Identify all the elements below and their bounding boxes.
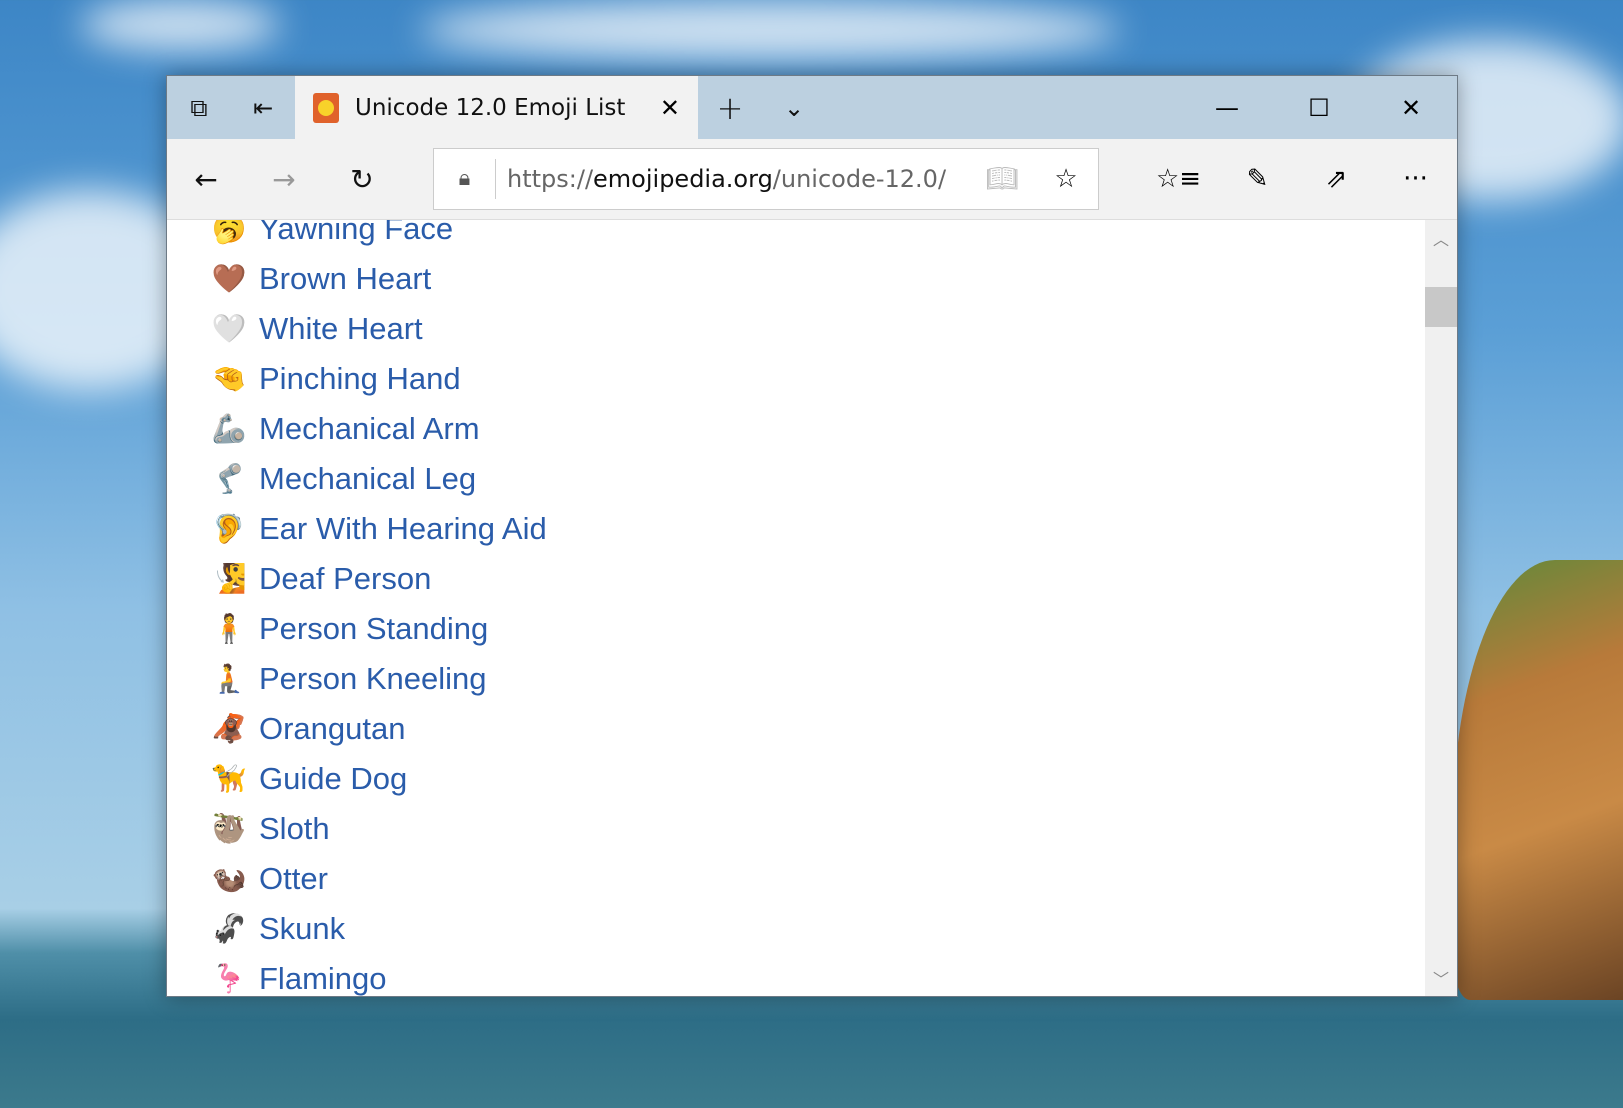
reading-view-icon[interactable]: 📖︎ xyxy=(970,164,1034,194)
emoji-icon[interactable]: 🦮 xyxy=(211,762,247,796)
list-item: 🤍 White Heart xyxy=(211,304,547,354)
emoji-link[interactable]: Brown Heart xyxy=(259,261,431,297)
refresh-icon[interactable]: ↻ xyxy=(323,163,401,196)
emoji-link[interactable]: Yawning Face xyxy=(259,220,453,247)
emoji-link[interactable]: Orangutan xyxy=(259,711,406,747)
notes-pen-icon[interactable]: ✎ xyxy=(1218,164,1297,194)
list-item: 🦥 Sloth xyxy=(211,804,547,854)
emoji-icon[interactable]: 🦨 xyxy=(211,912,247,946)
emoji-link[interactable]: Person Standing xyxy=(259,611,488,647)
emoji-icon[interactable]: 🦧 xyxy=(211,712,247,746)
scroll-up-icon[interactable]: ︿ xyxy=(1425,226,1457,250)
emoji-icon[interactable]: 🤎 xyxy=(211,262,247,296)
back-icon[interactable]: ← xyxy=(167,163,245,196)
tab-active[interactable]: Unicode 12.0 Emoji List ✕ xyxy=(295,76,698,139)
toolbar: ← → ↻ 🔒︎ https://emojipedia.org/unicode-… xyxy=(167,139,1457,220)
list-item: 🦮 Guide Dog xyxy=(211,754,547,804)
emoji-link[interactable]: Pinching Hand xyxy=(259,361,461,397)
emoji-icon[interactable]: 🧎 xyxy=(211,662,247,696)
scrollbar[interactable]: ︿ ﹀ xyxy=(1425,220,1457,996)
tab-bar: ⧉ ⇤ Unicode 12.0 Emoji List ✕ + ⌄ — ☐ ✕ xyxy=(167,76,1457,139)
emoji-link[interactable]: Person Kneeling xyxy=(259,661,487,697)
new-tab-icon[interactable]: + xyxy=(698,76,762,139)
scrollbar-thumb[interactable] xyxy=(1425,287,1457,327)
emoji-icon[interactable]: 🦦 xyxy=(211,862,247,896)
forward-icon[interactable]: → xyxy=(245,163,323,196)
emoji-icon[interactable]: 🧍 xyxy=(211,612,247,646)
emoji-link[interactable]: Skunk xyxy=(259,911,345,947)
lock-icon[interactable]: 🔒︎ xyxy=(434,159,496,199)
page-content: 🥱 Yawning Face 🤎 Brown Heart 🤍 White Heart 🤏 Pi… xyxy=(167,220,1425,996)
set-aside-tabs-icon[interactable]: ⇤ xyxy=(231,76,295,139)
favorite-star-icon[interactable]: ☆ xyxy=(1034,164,1098,194)
tab-groups-icon[interactable]: ⧉ xyxy=(167,76,231,139)
emoji-link[interactable]: White Heart xyxy=(259,311,423,347)
share-icon[interactable]: ⇗ xyxy=(1297,164,1376,194)
emoji-link[interactable]: Mechanical Leg xyxy=(259,461,476,497)
emoji-link[interactable]: Otter xyxy=(259,861,328,897)
emoji-icon[interactable]: 🤍 xyxy=(211,312,247,346)
favorites-icon[interactable]: ☆≡ xyxy=(1139,164,1218,194)
emoji-icon[interactable]: 🧏 xyxy=(211,562,247,596)
url-text[interactable]: https://emojipedia.org/unicode-12.0/ xyxy=(496,165,970,193)
list-item: 🦩 Flamingo xyxy=(211,954,547,996)
emoji-link[interactable]: Mechanical Arm xyxy=(259,411,480,447)
list-item: 🤏 Pinching Hand xyxy=(211,354,547,404)
emoji-icon[interactable]: 🦿 xyxy=(211,462,247,496)
emoji-icon[interactable]: 🦩 xyxy=(211,962,247,996)
list-item: 🧎 Person Kneeling xyxy=(211,654,547,704)
list-item: 🦦 Otter xyxy=(211,854,547,904)
background-cliff xyxy=(1453,560,1623,1000)
list-item: 🧏 Deaf Person xyxy=(211,554,547,604)
emoji-link[interactable]: Guide Dog xyxy=(259,761,407,797)
emoji-list: 🥱 Yawning Face 🤎 Brown Heart 🤍 White Heart 🤏 Pi… xyxy=(211,220,547,996)
list-item: 🦨 Skunk xyxy=(211,904,547,954)
list-item: 🥱 Yawning Face xyxy=(211,220,547,254)
browser-window: ⧉ ⇤ Unicode 12.0 Emoji List ✕ + ⌄ — ☐ ✕ … xyxy=(166,75,1458,997)
emoji-icon[interactable]: 🥱 xyxy=(211,220,247,246)
emoji-icon[interactable]: 🦾 xyxy=(211,412,247,446)
emoji-icon[interactable]: 🤏 xyxy=(211,362,247,396)
scroll-down-icon[interactable]: ﹀ xyxy=(1425,966,1457,990)
emoji-icon[interactable]: 🦻 xyxy=(211,512,247,546)
emoji-link[interactable]: Ear With Hearing Aid xyxy=(259,511,547,547)
close-window-icon[interactable]: ✕ xyxy=(1365,76,1457,139)
list-item: 🦿 Mechanical Leg xyxy=(211,454,547,504)
more-icon[interactable]: ··· xyxy=(1376,164,1455,194)
maximize-icon[interactable]: ☐ xyxy=(1273,76,1365,139)
list-item: 🦻 Ear With Hearing Aid xyxy=(211,504,547,554)
list-item: 🦧 Orangutan xyxy=(211,704,547,754)
chevron-down-icon[interactable]: ⌄ xyxy=(762,76,826,139)
emoji-link[interactable]: Sloth xyxy=(259,811,330,847)
close-tab-icon[interactable]: ✕ xyxy=(660,94,680,122)
emojipedia-favicon-icon xyxy=(313,92,339,123)
minimize-icon[interactable]: — xyxy=(1181,76,1273,139)
list-item: 🦾 Mechanical Arm xyxy=(211,404,547,454)
list-item: 🧍 Person Standing xyxy=(211,604,547,654)
address-bar[interactable]: 🔒︎ https://emojipedia.org/unicode-12.0/ … xyxy=(433,148,1099,210)
tab-title: Unicode 12.0 Emoji List xyxy=(355,94,626,121)
emoji-link[interactable]: Flamingo xyxy=(259,961,387,996)
list-item: 🤎 Brown Heart xyxy=(211,254,547,304)
emoji-link[interactable]: Deaf Person xyxy=(259,561,431,597)
emoji-icon[interactable]: 🦥 xyxy=(211,812,247,846)
